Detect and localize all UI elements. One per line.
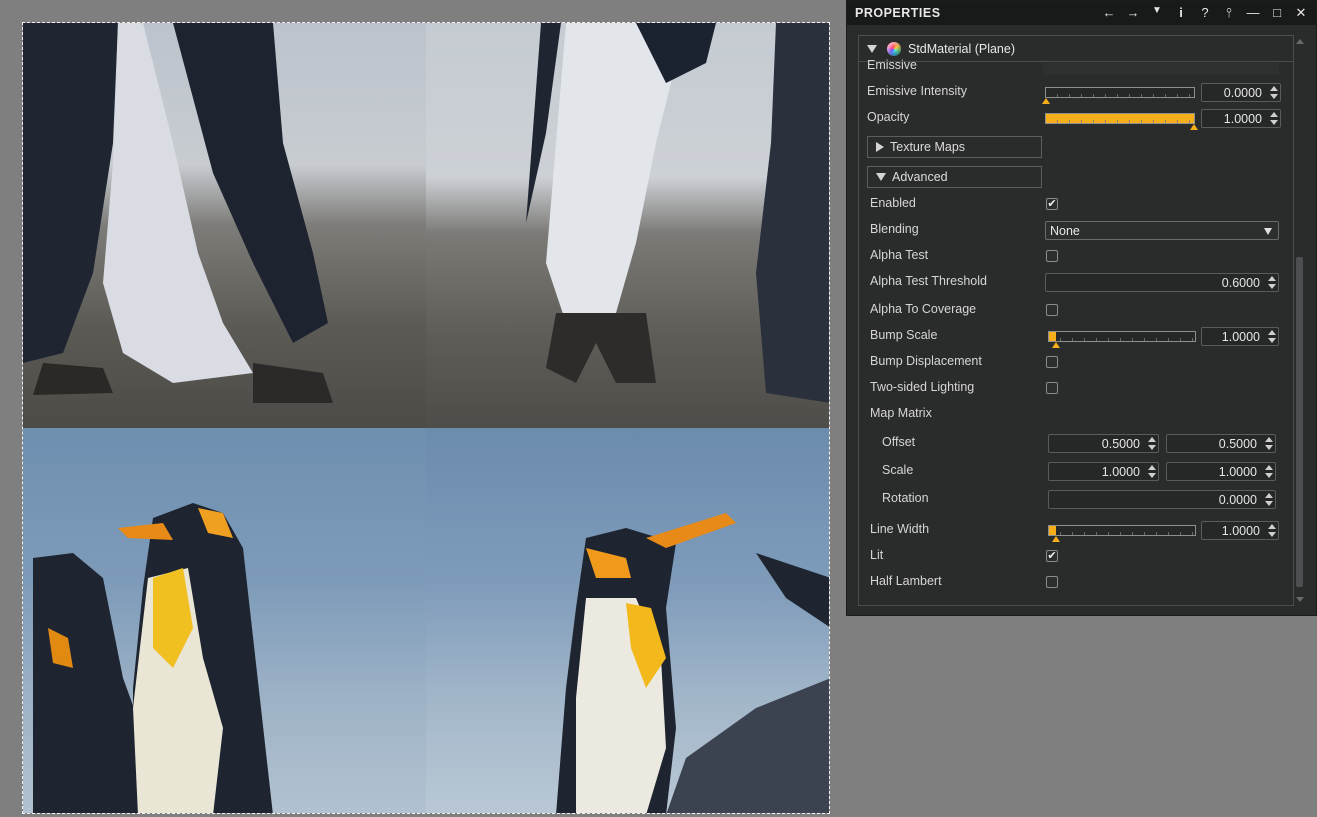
- rotation-field[interactable]: 0.0000: [1048, 490, 1276, 509]
- slider-handle[interactable]: [1052, 536, 1061, 542]
- spin-arrows-icon[interactable]: [1148, 437, 1156, 450]
- spin-arrows-icon[interactable]: [1270, 112, 1278, 125]
- texture-maps-section[interactable]: Texture Maps: [867, 136, 1042, 158]
- offset-label: Offset: [882, 435, 916, 449]
- alpha-test-label: Alpha Test: [870, 248, 929, 262]
- material-icon: [887, 41, 901, 56]
- spin-arrows-icon[interactable]: [1268, 276, 1276, 289]
- enabled-label: Enabled: [870, 196, 916, 210]
- opacity-slider[interactable]: [1045, 113, 1198, 130]
- rotation-label: Rotation: [882, 491, 929, 505]
- scale-x-field[interactable]: 1.0000: [1048, 462, 1159, 481]
- two-sided-lighting-label: Two-sided Lighting: [870, 380, 975, 394]
- slider-handle[interactable]: [1042, 98, 1050, 104]
- blending-label: Blending: [870, 222, 919, 236]
- bump-scale-slider[interactable]: [1048, 331, 1196, 348]
- pin-icon[interactable]: ⫯: [1222, 5, 1236, 21]
- minimize-icon[interactable]: —: [1246, 5, 1260, 21]
- blending-select[interactable]: None: [1045, 221, 1279, 240]
- advanced-section[interactable]: Advanced: [867, 166, 1042, 188]
- half-lambert-checkbox[interactable]: [1046, 576, 1058, 588]
- scroll-thumb[interactable]: [1296, 257, 1303, 587]
- collapse-triangle-icon[interactable]: [867, 44, 877, 53]
- two-sided-lighting-checkbox[interactable]: [1046, 382, 1058, 394]
- info-icon[interactable]: i: [1174, 5, 1188, 21]
- line-width-label: Line Width: [870, 522, 930, 536]
- alpha-to-coverage-label: Alpha To Coverage: [870, 302, 977, 316]
- properties-panel: PROPERTIES ← → ▼ i ? ⫯ — □ ✕ StdMaterial…: [846, 0, 1317, 616]
- alpha-test-threshold-field[interactable]: 0.6000: [1045, 273, 1279, 292]
- component-header[interactable]: StdMaterial (Plane): [859, 36, 1293, 62]
- texture-tile-top-left: [23, 23, 426, 428]
- maximize-icon[interactable]: □: [1270, 5, 1284, 21]
- spin-arrows-icon[interactable]: [1268, 524, 1276, 537]
- dropdown-icon[interactable]: ▼: [1150, 5, 1164, 21]
- emissive-intensity-slider[interactable]: [1042, 87, 1195, 104]
- lit-checkbox[interactable]: ✔: [1046, 550, 1058, 562]
- panel-title: PROPERTIES: [855, 6, 941, 20]
- lit-label: Lit: [870, 548, 884, 562]
- help-icon[interactable]: ?: [1198, 5, 1212, 21]
- line-width-slider[interactable]: [1048, 525, 1196, 542]
- spin-arrows-icon[interactable]: [1265, 493, 1273, 506]
- alpha-test-checkbox[interactable]: [1046, 250, 1058, 262]
- chevron-down-icon: [1264, 228, 1272, 235]
- opacity-label: Opacity: [867, 110, 910, 124]
- alpha-test-threshold-label: Alpha Test Threshold: [870, 274, 987, 288]
- emissive-intensity-label: Emissive Intensity: [867, 84, 968, 98]
- spin-arrows-icon[interactable]: [1265, 465, 1273, 478]
- enabled-checkbox[interactable]: ✔: [1046, 198, 1058, 210]
- offset-y-field[interactable]: 0.5000: [1166, 434, 1276, 453]
- spin-arrows-icon[interactable]: [1268, 330, 1276, 343]
- forward-arrow-icon[interactable]: →: [1126, 5, 1140, 21]
- map-matrix-label: Map Matrix: [870, 406, 932, 420]
- back-arrow-icon[interactable]: ←: [1102, 5, 1116, 21]
- emissive-intensity-field[interactable]: 0.0000: [1201, 83, 1281, 102]
- scale-label: Scale: [882, 463, 914, 477]
- scale-y-field[interactable]: 1.0000: [1166, 462, 1276, 481]
- viewport[interactable]: [0, 0, 846, 817]
- scroll-down-icon[interactable]: [1296, 597, 1304, 602]
- expand-triangle-icon: [876, 142, 884, 152]
- spin-arrows-icon[interactable]: [1148, 465, 1156, 478]
- bump-scale-label: Bump Scale: [870, 328, 938, 342]
- half-lambert-label: Half Lambert: [870, 574, 942, 588]
- collapse-triangle-icon: [876, 173, 886, 181]
- emissive-label: Emissive: [867, 58, 918, 72]
- spin-arrows-icon[interactable]: [1270, 86, 1278, 99]
- bump-displacement-checkbox[interactable]: [1046, 356, 1058, 368]
- texture-tile-top-right: [426, 23, 829, 428]
- alpha-to-coverage-checkbox[interactable]: [1046, 304, 1058, 316]
- close-icon[interactable]: ✕: [1294, 5, 1308, 21]
- bump-scale-field[interactable]: 1.0000: [1201, 327, 1279, 346]
- slider-handle[interactable]: [1190, 124, 1198, 130]
- opacity-field[interactable]: 1.0000: [1201, 109, 1281, 128]
- textured-plane[interactable]: [22, 22, 830, 814]
- line-width-field[interactable]: 1.0000: [1201, 521, 1279, 540]
- panel-header: PROPERTIES ← → ▼ i ? ⫯ — □ ✕: [847, 1, 1316, 25]
- texture-tile-bottom-right: [426, 428, 829, 813]
- component-title: StdMaterial (Plane): [908, 41, 1015, 56]
- emissive-color-swatch[interactable]: [1043, 63, 1279, 75]
- bump-displacement-label: Bump Displacement: [870, 354, 982, 368]
- texture-tile-bottom-left: [23, 428, 426, 813]
- scroll-up-icon[interactable]: [1296, 39, 1304, 44]
- scrollbar[interactable]: [1294, 35, 1305, 606]
- spin-arrows-icon[interactable]: [1265, 437, 1273, 450]
- slider-handle[interactable]: [1052, 342, 1061, 348]
- offset-x-field[interactable]: 0.5000: [1048, 434, 1159, 453]
